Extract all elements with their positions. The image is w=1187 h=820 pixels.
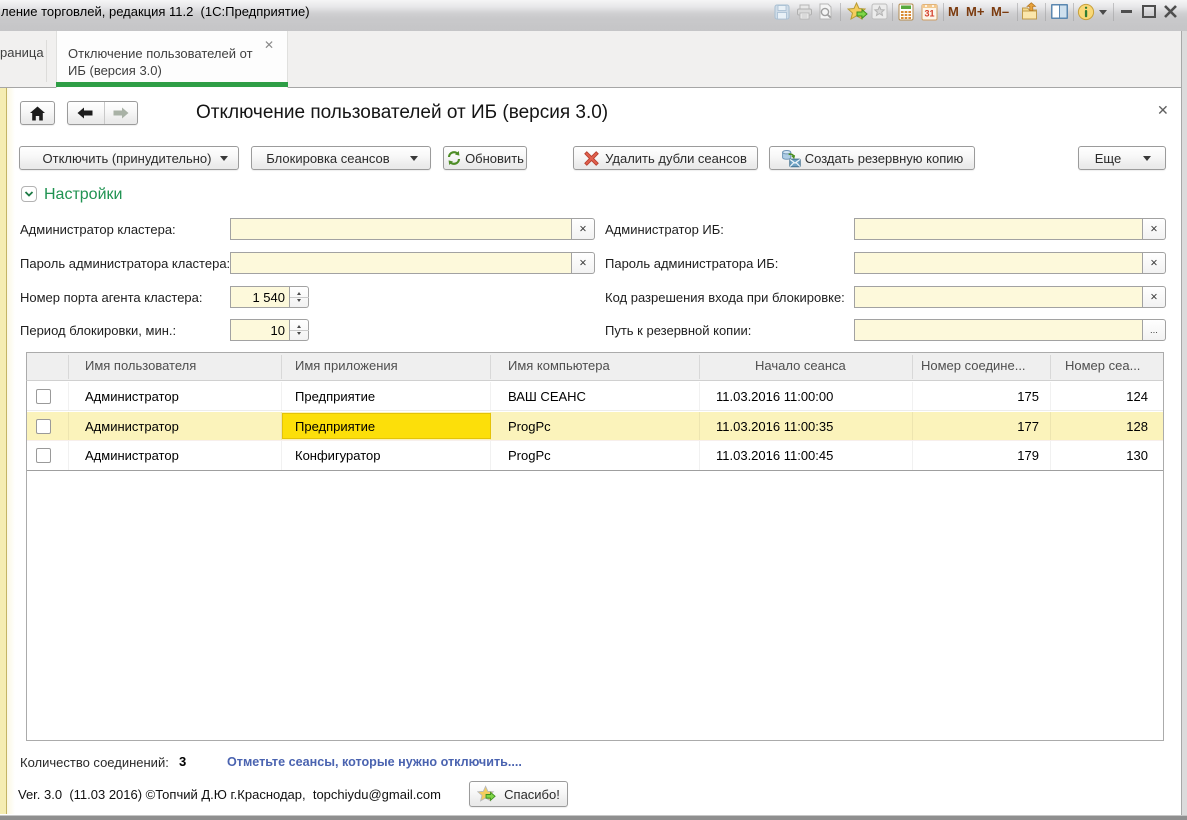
- svg-text:31: 31: [924, 9, 934, 19]
